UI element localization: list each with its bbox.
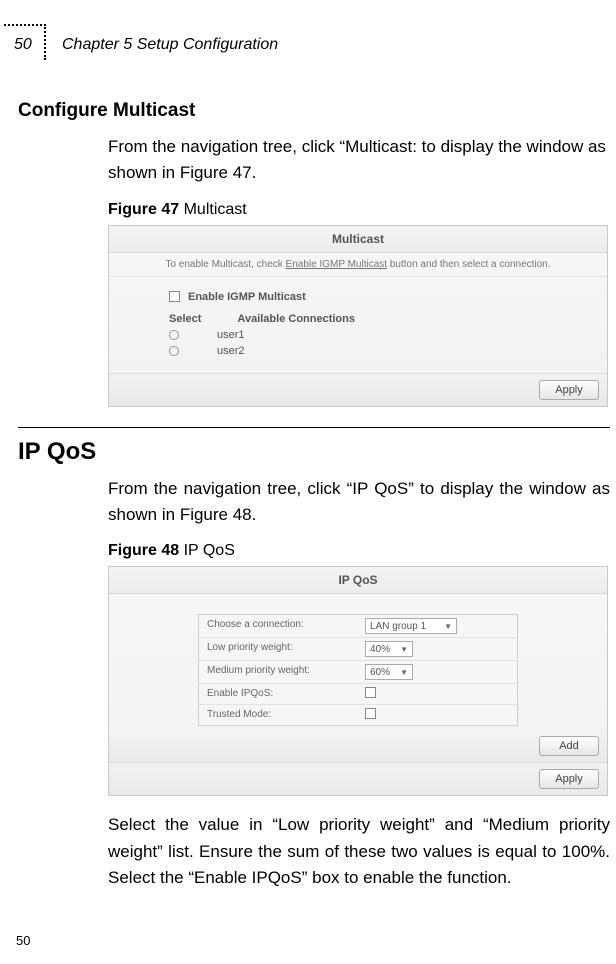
trusted-mode-checkbox[interactable]	[365, 708, 376, 719]
apply-button[interactable]: Apply	[539, 769, 599, 789]
figure-48-buttons-bottom: Apply	[109, 762, 607, 795]
connection-row: user2	[169, 345, 597, 357]
select-value: LAN group 1	[370, 621, 426, 632]
qos-label: Medium priority weight:	[199, 661, 359, 683]
figure-48-buttons-top: Add	[109, 736, 607, 762]
enable-multicast-checkbox[interactable]	[169, 291, 180, 302]
section-divider	[18, 427, 610, 428]
qos-label: Low priority weight:	[199, 638, 359, 660]
figure-48-panel: IP QoS Choose a connection: LAN group 1 …	[108, 566, 608, 796]
select-value: 40%	[370, 644, 390, 655]
qos-label: Choose a connection:	[199, 615, 359, 637]
figure-47-buttons: Apply	[109, 373, 607, 406]
paragraph: From the navigation tree, click “Multica…	[108, 134, 610, 187]
page-header: 50 Chapter 5 Setup Configuration	[0, 24, 616, 60]
qos-table: Choose a connection: LAN group 1 ▼ Low p…	[198, 614, 518, 726]
figure-label-bold: Figure 47	[108, 201, 179, 218]
qos-label: Enable IPQoS:	[199, 684, 359, 704]
qos-val	[359, 684, 517, 704]
figure-47-hint: To enable Multicast, check Enable IGMP M…	[109, 253, 607, 277]
connection-name: user2	[217, 345, 245, 357]
enable-ipqos-checkbox[interactable]	[365, 687, 376, 698]
qos-row-low: Low priority weight: 40% ▼	[199, 638, 517, 661]
enable-multicast-label: Enable IGMP Multicast	[188, 291, 306, 303]
qos-val: 60% ▼	[359, 661, 517, 683]
connection-row: user1	[169, 329, 597, 341]
figure-47-column-headers: Select Available Connections	[169, 313, 597, 325]
connection-radio[interactable]	[169, 346, 179, 356]
qos-val	[359, 705, 517, 725]
figure-caption-48: Figure 48 IP QoS	[108, 542, 610, 560]
connection-name: user1	[217, 329, 245, 341]
paragraph: Select the value in “Low priority weight…	[108, 812, 610, 891]
col-select: Select	[169, 313, 201, 325]
figure-47-body: Enable IGMP Multicast Select Available C…	[109, 277, 607, 373]
chevron-down-icon: ▼	[400, 645, 408, 654]
apply-button[interactable]: Apply	[539, 380, 599, 400]
hint-text: button and then select a connection.	[387, 259, 550, 270]
chevron-down-icon: ▼	[444, 622, 452, 631]
figure-47-title: Multicast	[109, 226, 607, 253]
qos-row-enable: Enable IPQoS:	[199, 684, 517, 705]
figure-caption-47: Figure 47 Multicast	[108, 201, 610, 219]
section-title-ip-qos: IP QoS	[18, 438, 610, 466]
page: 50 Chapter 5 Setup Configuration Configu…	[0, 0, 616, 964]
medium-weight-select[interactable]: 60% ▼	[365, 664, 413, 680]
enable-multicast-row: Enable IGMP Multicast	[169, 291, 597, 303]
section-title-configure-multicast: Configure Multicast	[18, 100, 610, 122]
qos-val: LAN group 1 ▼	[359, 615, 517, 637]
figure-47-panel: Multicast To enable Multicast, check Ena…	[108, 225, 608, 407]
figure-label-bold: Figure 48	[108, 542, 179, 559]
col-connections: Available Connections	[237, 313, 355, 325]
qos-row-trusted: Trusted Mode:	[199, 705, 517, 725]
low-weight-select[interactable]: 40% ▼	[365, 641, 413, 657]
figure-48-body: Choose a connection: LAN group 1 ▼ Low p…	[109, 594, 607, 736]
connection-radio[interactable]	[169, 330, 179, 340]
hint-underline: Enable IGMP Multicast	[286, 259, 388, 270]
content-area: Configure Multicast From the navigation …	[0, 60, 616, 891]
connection-select[interactable]: LAN group 1 ▼	[365, 618, 457, 634]
figure-label-rest: IP QoS	[179, 542, 235, 559]
header-page-number: 50	[14, 36, 32, 54]
add-button[interactable]: Add	[539, 736, 599, 756]
footer-page-number: 50	[16, 933, 30, 948]
select-value: 60%	[370, 667, 390, 678]
figure-48-title: IP QoS	[109, 567, 607, 594]
qos-label: Trusted Mode:	[199, 705, 359, 725]
chevron-down-icon: ▼	[400, 668, 408, 677]
qos-row-connection: Choose a connection: LAN group 1 ▼	[199, 615, 517, 638]
qos-val: 40% ▼	[359, 638, 517, 660]
header-chapter-title: Chapter 5 Setup Configuration	[62, 36, 278, 54]
paragraph: From the navigation tree, click “IP QoS”…	[108, 476, 610, 529]
figure-label-rest: Multicast	[179, 201, 247, 218]
qos-row-medium: Medium priority weight: 60% ▼	[199, 661, 517, 684]
hint-text: To enable Multicast, check	[165, 259, 285, 270]
